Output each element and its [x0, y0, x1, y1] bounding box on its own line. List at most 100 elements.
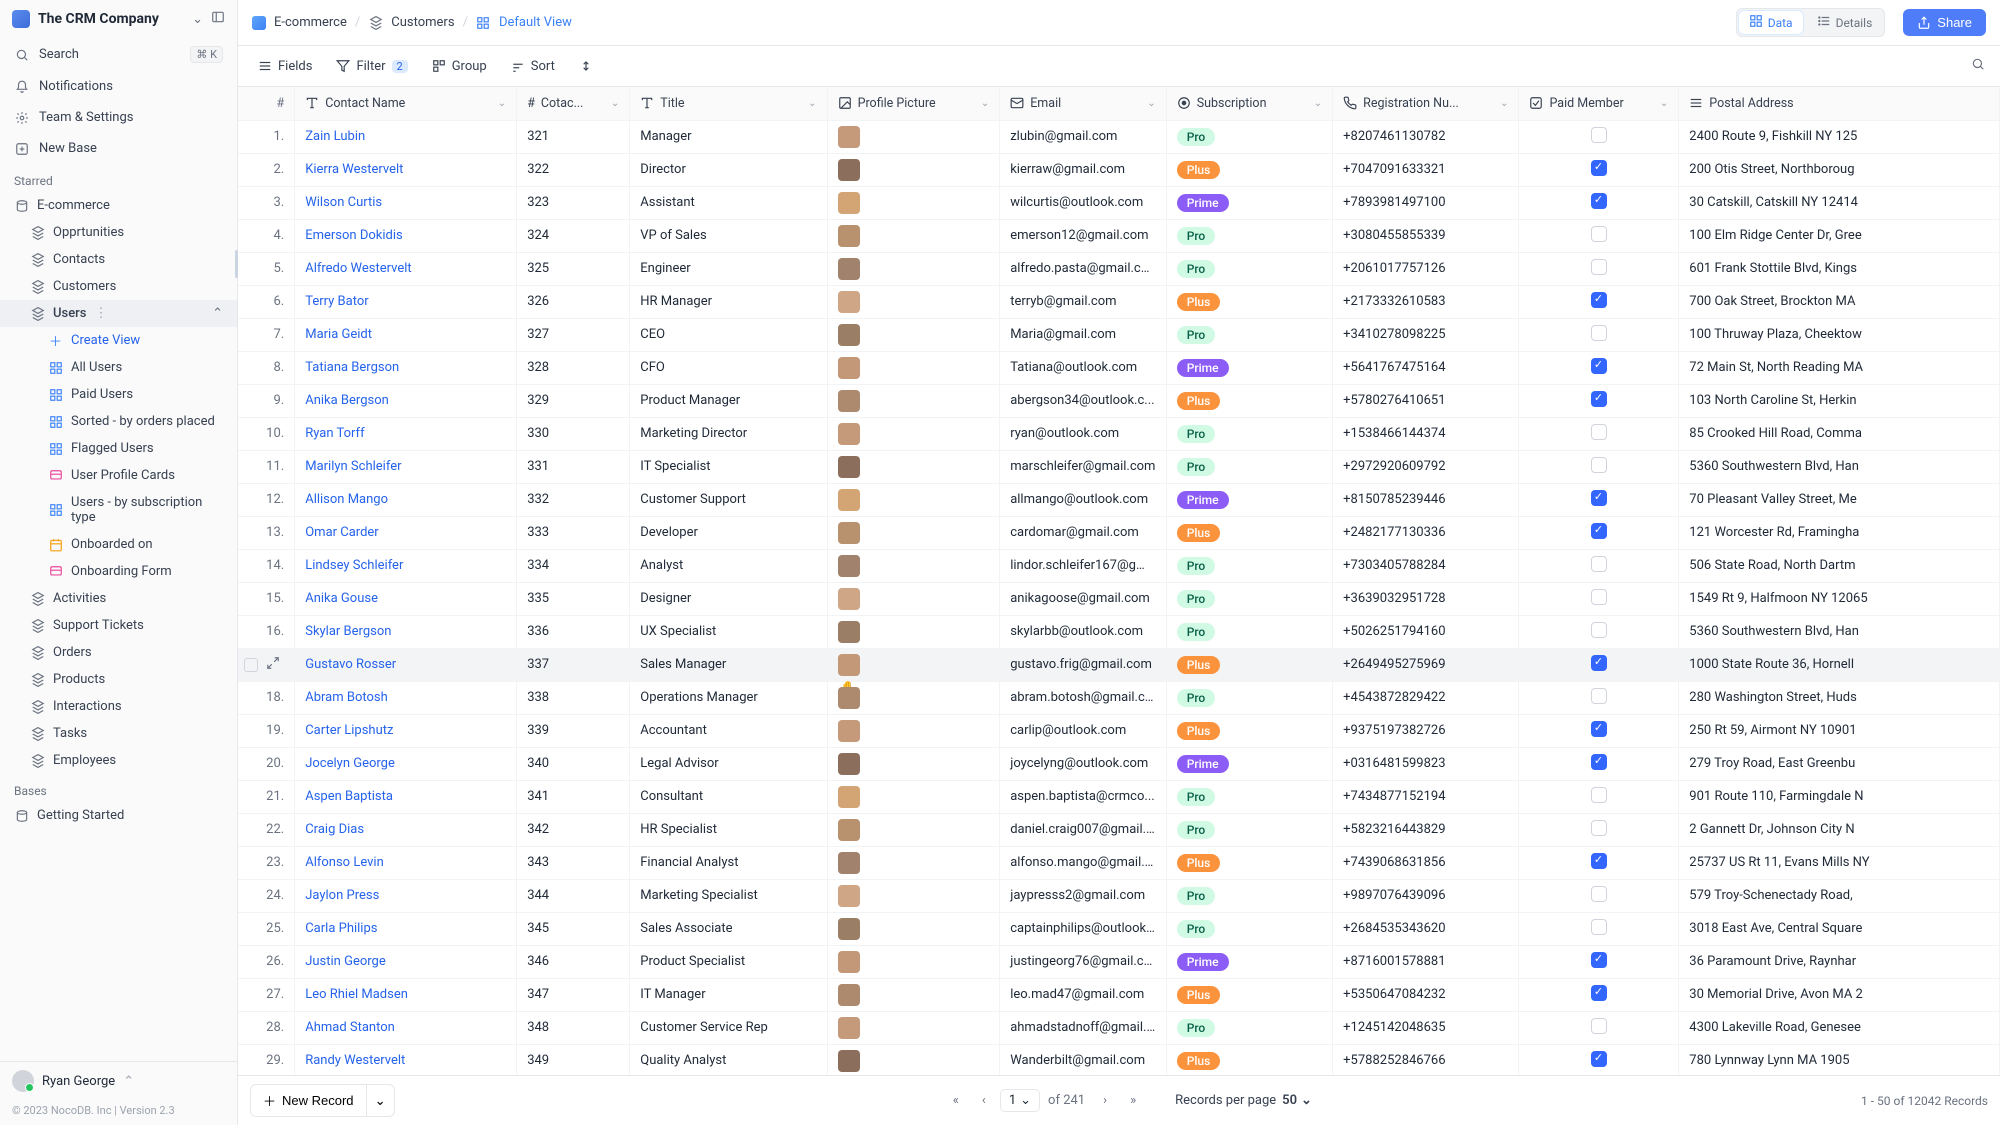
contact-name-link[interactable]: Carla Philips [305, 921, 377, 936]
cell-cotac[interactable]: 327 [517, 318, 630, 351]
checkbox[interactable] [1591, 1051, 1607, 1067]
cell-paid[interactable] [1519, 417, 1679, 450]
cell-subscription[interactable]: Plus [1166, 714, 1332, 747]
contact-name-link[interactable]: Maria Geidt [305, 327, 372, 342]
table-row[interactable]: 2.Kierra Westervelt322Directorkierraw@gm… [238, 153, 2000, 186]
cell-title[interactable]: Manager [630, 120, 827, 153]
cell-pic[interactable] [827, 153, 1000, 186]
cell-registration[interactable]: +5780276410651 [1333, 384, 1519, 417]
table-row[interactable]: 10.Ryan Torff330Marketing Directorryan@o… [238, 417, 2000, 450]
cell-email[interactable]: leo.mad47@gmail.com [1000, 978, 1166, 1011]
contact-name-link[interactable]: Omar Carder [305, 525, 379, 540]
cell-registration[interactable]: +2173332610583 [1333, 285, 1519, 318]
cell-address[interactable]: 3018 East Ave, Central Square [1679, 912, 2000, 945]
mode-details[interactable]: Details [1805, 9, 1885, 36]
cell-cotac[interactable]: 349 [517, 1044, 630, 1075]
cell-subscription[interactable]: Prime [1166, 483, 1332, 516]
checkbox[interactable] [1591, 523, 1607, 539]
cell-email[interactable]: wilcurtis@outlook.com [1000, 186, 1166, 219]
cell-title[interactable]: Customer Service Rep [630, 1011, 827, 1044]
cell-pic[interactable] [827, 747, 1000, 780]
table-row[interactable]: 11.Marilyn Schleifer331IT Specialistmars… [238, 450, 2000, 483]
col-header-reg[interactable]: Registration Nu...⌄ [1333, 87, 1519, 120]
checkbox[interactable] [1591, 622, 1607, 638]
page-first[interactable]: « [944, 1089, 968, 1113]
cell-registration[interactable]: +0316481599823 [1333, 747, 1519, 780]
table-support-tickets[interactable]: Support Tickets [0, 612, 237, 639]
contact-name-link[interactable]: Alfonso Levin [305, 855, 384, 870]
cell-email[interactable]: alfredo.pasta@gmail.com [1000, 252, 1166, 285]
table-row[interactable]: 29.Randy Westervelt349Quality AnalystWan… [238, 1044, 2000, 1075]
cell-pic[interactable] [827, 318, 1000, 351]
cell-paid[interactable] [1519, 945, 1679, 978]
share-button[interactable]: Share [1903, 9, 1986, 36]
cell-pic[interactable] [827, 780, 1000, 813]
cell-paid[interactable] [1519, 747, 1679, 780]
contact-name-link[interactable]: Aspen Baptista [305, 789, 393, 804]
cell-paid[interactable] [1519, 714, 1679, 747]
contact-name-link[interactable]: Tatiana Bergson [305, 360, 399, 375]
cell-paid[interactable] [1519, 615, 1679, 648]
cell-address[interactable]: 901 Route 110, Farmingdale N [1679, 780, 2000, 813]
table-row[interactable]: Gustavo Rosser337Sales Manager✋gustavo.f… [238, 648, 2000, 681]
cell-pic[interactable] [827, 285, 1000, 318]
user-menu[interactable]: Ryan George ⌃ [0, 1061, 237, 1100]
cell-email[interactable]: anikagoose@gmail.com [1000, 582, 1166, 615]
tb-row-height[interactable] [569, 54, 603, 78]
contact-name-link[interactable]: Jocelyn George [305, 756, 395, 771]
cell-registration[interactable]: +3410278098225 [1333, 318, 1519, 351]
checkbox[interactable] [1591, 160, 1607, 176]
cell-registration[interactable]: +2482177130336 [1333, 516, 1519, 549]
cell-title[interactable]: IT Manager [630, 978, 827, 1011]
chevron-up-icon[interactable]: ⌃ [212, 306, 223, 321]
cell-subscription[interactable]: Plus [1166, 516, 1332, 549]
cell-paid[interactable] [1519, 450, 1679, 483]
cell-title[interactable]: HR Specialist [630, 813, 827, 846]
cell-registration[interactable]: +7303405788284 [1333, 549, 1519, 582]
cell-registration[interactable]: +8716001578881 [1333, 945, 1519, 978]
cell-registration[interactable]: +9375197382726 [1333, 714, 1519, 747]
checkbox[interactable] [1591, 457, 1607, 473]
cell-subscription[interactable]: Pro [1166, 252, 1332, 285]
col-header-paid[interactable]: Paid Member⌄ [1519, 87, 1679, 120]
cell-subscription[interactable]: Pro [1166, 813, 1332, 846]
cell-cotac[interactable]: 348 [517, 1011, 630, 1044]
cell-subscription[interactable]: Prime [1166, 351, 1332, 384]
page-select[interactable]: 1 ⌄ [1000, 1089, 1040, 1112]
create-view[interactable]: ＋ Create View [0, 327, 237, 354]
table-row[interactable]: 3.Wilson Curtis323Assistantwilcurtis@out… [238, 186, 2000, 219]
cell-cotac[interactable]: 332 [517, 483, 630, 516]
new-base-row[interactable]: New Base [0, 133, 237, 164]
cell-paid[interactable] [1519, 978, 1679, 1011]
workspace-switcher[interactable]: The CRM Company ⌄ [0, 0, 237, 38]
cell-subscription[interactable]: Pro [1166, 417, 1332, 450]
new-record-dropdown[interactable]: ⌄ [367, 1084, 395, 1117]
cell-paid[interactable] [1519, 549, 1679, 582]
row-checkbox[interactable] [244, 658, 258, 672]
cell-email[interactable]: ahmadstadnoff@gmail.... [1000, 1011, 1166, 1044]
cell-title[interactable]: HR Manager [630, 285, 827, 318]
col-header-pic[interactable]: Profile Picture⌄ [827, 87, 1000, 120]
checkbox[interactable] [1591, 721, 1607, 737]
cell-registration[interactable]: +7893981497100 [1333, 186, 1519, 219]
contact-name-link[interactable]: Abram Botosh [305, 690, 388, 705]
cell-subscription[interactable]: Plus [1166, 384, 1332, 417]
cell-pic[interactable] [827, 978, 1000, 1011]
table-products[interactable]: Products [0, 666, 237, 693]
rpp-select[interactable]: 50 ⌄ [1282, 1093, 1312, 1108]
cell-email[interactable]: marschleifer@gmail.com [1000, 450, 1166, 483]
cell-subscription[interactable]: Prime [1166, 747, 1332, 780]
cell-cotac[interactable]: 347 [517, 978, 630, 1011]
contact-name-link[interactable]: Randy Westervelt [305, 1053, 405, 1068]
cell-subscription[interactable]: Pro [1166, 780, 1332, 813]
cell-email[interactable]: abergson34@outlook.c... [1000, 384, 1166, 417]
cell-email[interactable]: gustavo.frig@gmail.com [1000, 648, 1166, 681]
table-row[interactable]: 19.Carter Lipshutz339Accountantcarlip@ou… [238, 714, 2000, 747]
cell-pic[interactable] [827, 615, 1000, 648]
contact-name-link[interactable]: Allison Mango [305, 492, 388, 507]
cell-registration[interactable]: +5026251794160 [1333, 615, 1519, 648]
cell-pic[interactable] [827, 351, 1000, 384]
cell-subscription[interactable]: Pro [1166, 120, 1332, 153]
table-row[interactable]: 7.Maria Geidt327CEOMaria@gmail.comPro+34… [238, 318, 2000, 351]
checkbox[interactable] [1591, 556, 1607, 572]
